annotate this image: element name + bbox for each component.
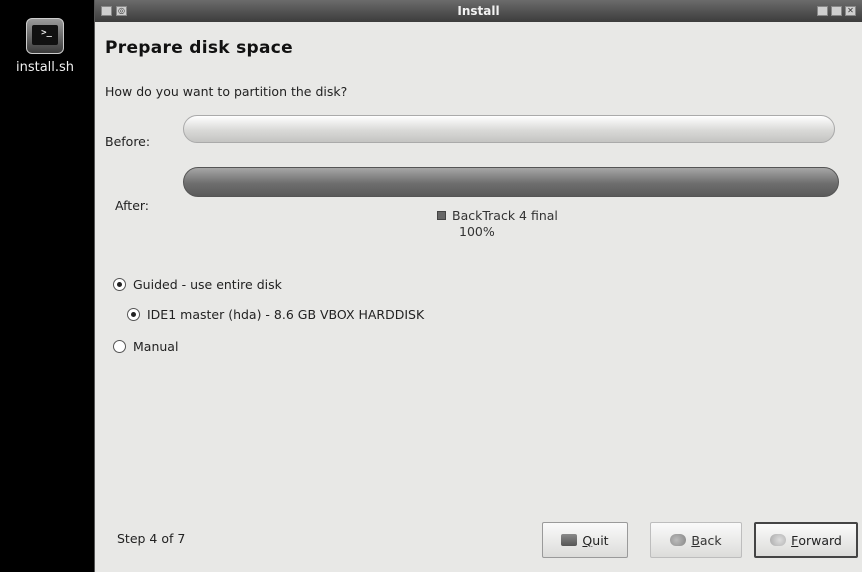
maximize-icon[interactable] (831, 6, 842, 16)
sticky-icon[interactable]: ◎ (116, 6, 127, 16)
page-title: Prepare disk space (105, 38, 293, 58)
forward-mnemonic: F (791, 532, 799, 548)
install-window: ◎ Install ✕ Prepare disk space How do yo… (94, 0, 862, 572)
back-button[interactable]: Back (650, 522, 742, 558)
forward-arrow-icon (770, 534, 787, 546)
desktop-icon-install[interactable]: >_ install.sh (0, 8, 90, 75)
window-content: Prepare disk space How do you want to pa… (101, 22, 862, 572)
legend-name: BackTrack 4 final (452, 208, 558, 223)
manual-radio[interactable] (113, 340, 126, 353)
window-menu-icon[interactable] (101, 6, 112, 16)
guided-radio[interactable] (113, 278, 126, 291)
partition-legend: BackTrack 4 final 100% (437, 208, 558, 239)
window-title: Install (457, 4, 500, 18)
after-partition-bar (183, 167, 839, 197)
partition-question: How do you want to partition the disk? (105, 84, 348, 99)
forward-button[interactable]: Forward (754, 522, 858, 558)
back-arrow-icon (670, 534, 687, 546)
legend-percent: 100% (459, 224, 495, 239)
guided-label: Guided - use entire disk (133, 277, 282, 292)
back-mnemonic: B (691, 532, 700, 548)
title-bar[interactable]: ◎ Install ✕ (95, 0, 862, 22)
before-label: Before: (105, 134, 151, 149)
forward-label: orward (798, 532, 842, 548)
quit-mnemonic: Q (582, 532, 593, 548)
before-partition-bar (183, 115, 835, 143)
disk-label: IDE1 master (hda) - 8.6 GB VBOX HARDDISK (147, 307, 425, 322)
legend-swatch (437, 211, 446, 220)
guided-option[interactable]: Guided - use entire disk (113, 277, 282, 292)
terminal-icon: >_ (26, 18, 64, 54)
quit-icon (561, 534, 578, 546)
close-icon[interactable]: ✕ (845, 6, 856, 16)
step-indicator: Step 4 of 7 (117, 531, 186, 546)
quit-label: uit (592, 532, 609, 548)
manual-option[interactable]: Manual (113, 339, 178, 354)
after-label: After: (115, 198, 150, 213)
minimize-icon[interactable] (817, 6, 828, 16)
quit-button[interactable]: Quit (542, 522, 628, 558)
back-label: ack (699, 532, 722, 548)
disk-radio[interactable] (127, 308, 140, 321)
terminal-prompt-glyph: >_ (32, 25, 58, 45)
desktop-icon-label: install.sh (15, 60, 75, 75)
disk-option[interactable]: IDE1 master (hda) - 8.6 GB VBOX HARDDISK (127, 307, 424, 322)
manual-label: Manual (133, 339, 179, 354)
